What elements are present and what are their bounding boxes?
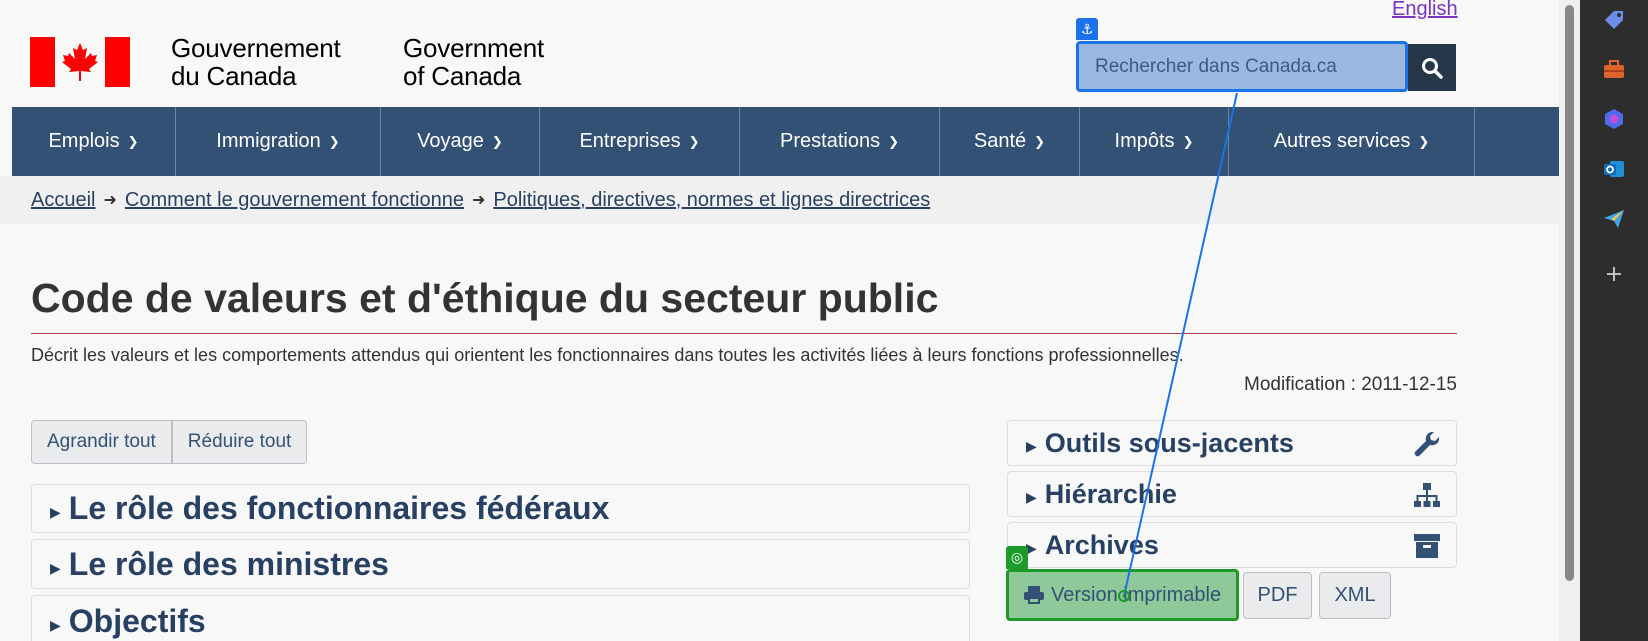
page-title: Code de valeurs et d'éthique du secteur … (31, 275, 939, 321)
breadcrumb-link-politiques[interactable]: Politiques, directives, normes et lignes… (493, 189, 930, 212)
nav-item-voyage[interactable]: Voyage ❯ (381, 107, 540, 176)
sitemap-icon (1414, 483, 1440, 507)
archive-icon (1414, 534, 1440, 558)
signature-fr-line2: du Canada (171, 61, 297, 91)
search-button[interactable] (1408, 44, 1456, 91)
plus-icon[interactable] (1602, 262, 1626, 286)
arrow-right-icon: ➜ (471, 192, 486, 209)
outlook-icon[interactable] (1602, 157, 1626, 181)
breadcrumb-link-gouvernement[interactable]: Comment le gouvernement fonctionne (125, 189, 464, 212)
nav-item-impots[interactable]: Impôts ❯ (1080, 107, 1229, 176)
page-description: Décrit les valeurs et les comportements … (31, 345, 1184, 365)
section-role-ministres[interactable]: ▶ Le rôle des ministres (31, 539, 970, 589)
vertical-scrollbar[interactable] (1559, 0, 1580, 641)
triangle-right-icon: ▶ (50, 504, 61, 520)
nav-label: Immigration (216, 130, 321, 152)
section-label: Le rôle des fonctionnaires fédéraux (68, 490, 610, 526)
title-divider (31, 333, 1457, 334)
signature-en-line2: of Canada (403, 61, 522, 91)
panel-label: Outils sous-jacents (1044, 427, 1294, 458)
arrow-right-icon: ➜ (103, 192, 117, 209)
section-label: Objectifs (68, 602, 206, 639)
wrench-icon (1414, 431, 1440, 457)
section-objectifs[interactable]: ▶ Objectifs (31, 595, 970, 641)
print-version-label: Version imprimable (1051, 583, 1222, 606)
signature-english: Government of Canada (403, 34, 544, 90)
language-toggle-link[interactable]: English (1392, 0, 1458, 21)
canada-flag-logo (30, 37, 130, 87)
nav-label: Autres services (1273, 130, 1411, 152)
nav-label: Impôts (1114, 130, 1175, 152)
scrollbar-thumb[interactable] (1565, 5, 1574, 581)
chevron-down-icon: ❯ (1034, 133, 1046, 149)
chevron-down-icon: ❯ (328, 133, 340, 149)
browser-sidebar (1580, 0, 1648, 641)
search-input[interactable]: Rechercher dans Canada.ca (1076, 41, 1408, 92)
nav-label: Voyage (417, 130, 484, 152)
nav-label: Prestations (780, 130, 881, 152)
panel-label: Archives (1044, 529, 1159, 560)
chevron-down-icon: ❯ (127, 133, 139, 149)
target-icon: ◎ (1006, 546, 1028, 569)
browser-page: English Gouvernement du Canada Governmen… (0, 0, 1559, 641)
modified-date: Modification : 2011-12-15 (1244, 374, 1457, 395)
chevron-down-icon: ❯ (888, 133, 899, 149)
send-icon[interactable] (1602, 207, 1626, 231)
triangle-right-icon: ▶ (1026, 488, 1037, 505)
panel-hierarchie[interactable]: ▶ Hiérarchie (1007, 471, 1457, 517)
copilot-icon[interactable] (1602, 107, 1626, 131)
nav-item-prestations[interactable]: Prestations ❯ (740, 107, 940, 176)
main-menu: Emplois ❯ Immigration ❯ Voyage ❯ Entreprise… (12, 107, 1559, 176)
breadcrumb-link-accueil[interactable]: Accueil (31, 189, 95, 212)
expand-collapse-group: Agrandir tout Réduire tout (31, 420, 308, 464)
triangle-right-icon: ▶ (50, 616, 61, 633)
section-label: Le rôle des ministres (68, 545, 389, 582)
nav-item-immigration[interactable]: Immigration ❯ (176, 107, 381, 176)
nav-label: Santé (973, 130, 1027, 152)
section-role-fonctionnaires[interactable]: ▶ Le rôle des fonctionnaires fédéraux (31, 484, 970, 533)
nav-item-emplois[interactable]: Emplois ❯ (12, 107, 176, 176)
print-version-button[interactable]: Version imprimable (1006, 569, 1239, 621)
chevron-down-icon: ❯ (491, 133, 503, 149)
signature-fr-line1: Gouvernement (171, 33, 341, 63)
xml-button[interactable]: XML (1319, 572, 1391, 619)
nav-item-sante[interactable]: Santé ❯ (940, 107, 1080, 176)
chevron-down-icon: ❯ (1418, 133, 1430, 149)
nav-item-entreprises[interactable]: Entreprises ❯ (540, 107, 740, 176)
toolbox-icon[interactable] (1602, 57, 1626, 81)
panel-outils-sous-jacents[interactable]: ▶ Outils sous-jacents (1007, 420, 1457, 466)
triangle-right-icon: ▶ (50, 559, 61, 576)
signature-en-line1: Government (403, 33, 545, 63)
signature-french: Gouvernement du Canada (171, 34, 341, 90)
anchor-icon: ⚓ (1076, 18, 1098, 40)
chevron-down-icon: ❯ (688, 133, 700, 149)
tag-icon[interactable] (1602, 8, 1626, 32)
panel-archives[interactable]: ▶ Archives (1007, 522, 1457, 568)
magnifier-icon (1422, 57, 1443, 79)
nav-label: Entreprises (579, 130, 681, 152)
panel-label: Hiérarchie (1044, 478, 1177, 509)
breadcrumb: Accueil ➜ Comment le gouvernement foncti… (0, 176, 1559, 224)
expand-all-button[interactable]: Agrandir tout (31, 420, 172, 464)
collapse-all-button[interactable]: Réduire tout (171, 420, 308, 464)
nav-item-autres-services[interactable]: Autres services ❯ (1229, 107, 1475, 176)
pdf-button[interactable]: PDF (1243, 572, 1312, 619)
chevron-down-icon: ❯ (1182, 133, 1194, 149)
triangle-right-icon: ▶ (1026, 437, 1037, 454)
nav-label: Emplois (48, 130, 120, 152)
printer-icon (1024, 586, 1044, 604)
